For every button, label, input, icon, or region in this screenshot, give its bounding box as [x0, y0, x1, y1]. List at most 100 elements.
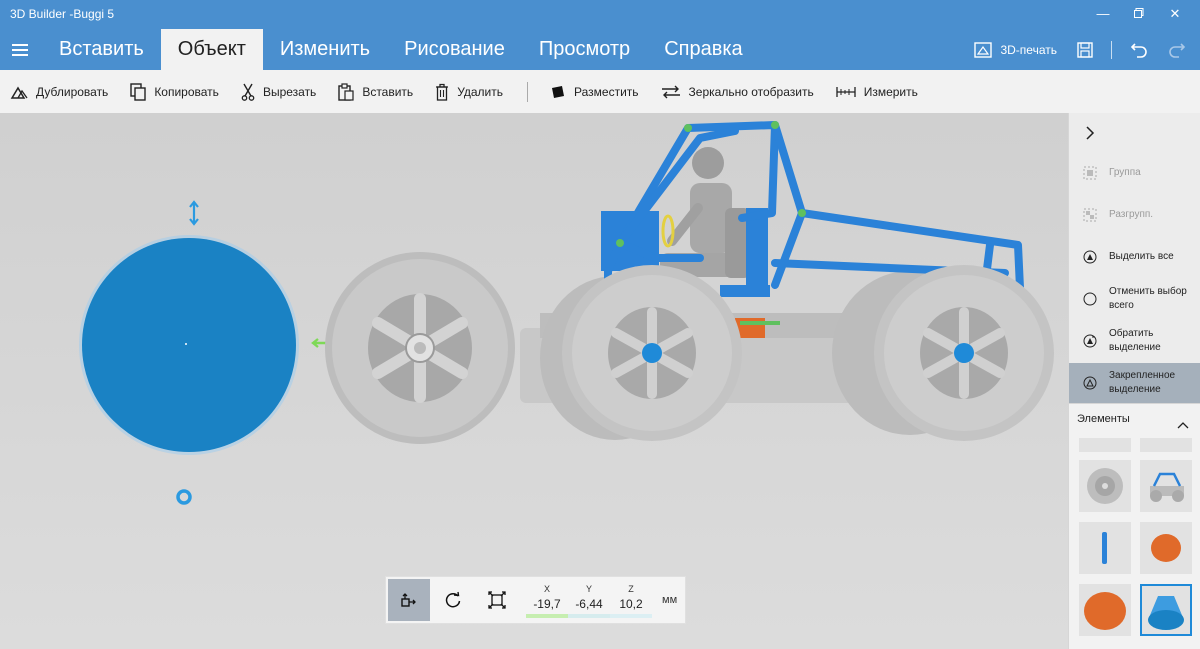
measure-button[interactable]: Измерить [836, 85, 918, 99]
save-icon [1077, 41, 1093, 58]
element-thumb-partial-1[interactable] [1079, 438, 1131, 452]
element-thumb-buggy[interactable] [1140, 460, 1192, 512]
y-label: Y [585, 584, 592, 594]
tab-edit[interactable]: Изменить [263, 29, 387, 70]
place-button[interactable]: Разместить [550, 84, 639, 100]
vertical-move-handle[interactable] [189, 200, 199, 226]
measure-icon [836, 86, 856, 97]
move-button[interactable] [388, 579, 430, 621]
print-3d-label: 3D-печать [1000, 42, 1057, 57]
undo-icon [1130, 42, 1147, 58]
ungroup-button[interactable]: Разгрупп. [1069, 195, 1200, 235]
z-coordinate[interactable]: Z 10,2 [610, 579, 652, 621]
select-all-icon [1083, 250, 1097, 264]
separator [1111, 40, 1112, 59]
toolbar-separator [527, 81, 529, 102]
transform-panel: X -19,7 Y -6,44 Z 10,2 мм [385, 576, 686, 624]
duplicate-button[interactable]: Дублировать [10, 84, 108, 100]
deselect-all-button[interactable]: Отменить выбор всего [1069, 279, 1200, 319]
print-3d-button[interactable]: 3D-печать [964, 41, 1067, 58]
y-axis-bar [568, 614, 610, 618]
tab-paint[interactable]: Рисование [387, 29, 522, 70]
save-button[interactable] [1067, 41, 1103, 58]
element-thumb-wheel[interactable] [1079, 460, 1131, 512]
invert-selection-button[interactable]: Обратить выделение [1069, 321, 1200, 361]
window-title: 3D Builder -Buggi 5 [10, 7, 115, 21]
select-all-button[interactable]: Выделить все [1069, 237, 1200, 277]
copy-button[interactable]: Копировать [130, 82, 219, 101]
minimize-button[interactable]: — [1086, 3, 1120, 25]
right-panel: Группа Разгрупп. Выделить все Отменить в… [1068, 113, 1200, 649]
elements-header: Элементы [1077, 413, 1130, 425]
mirror-label: Зеркально отобразить [688, 84, 814, 99]
delete-button[interactable]: Удалить [435, 83, 503, 101]
cut-button[interactable]: Вырезать [241, 83, 316, 101]
object-toolbar: Дублировать Копировать Вырезать Вставить… [0, 70, 1200, 113]
cut-icon [241, 83, 255, 101]
element-thumb-partial-2[interactable] [1140, 438, 1192, 452]
elements-panel: Элементы [1069, 403, 1200, 649]
deselect-icon [1083, 292, 1097, 306]
group-button[interactable]: Группа [1069, 153, 1200, 193]
tab-help[interactable]: Справка [647, 29, 759, 70]
ungroup-icon [1083, 208, 1097, 222]
rotate-icon [445, 591, 461, 608]
chevron-right-icon[interactable] [1085, 125, 1095, 146]
z-label: Z [628, 584, 634, 594]
y-value: -6,44 [575, 597, 603, 611]
close-button[interactable]: ✕ [1158, 3, 1192, 25]
duplicate-label: Дублировать [36, 84, 109, 99]
unit-label[interactable]: мм [662, 594, 677, 606]
printer-icon [974, 41, 993, 58]
tab-insert[interactable]: Вставить [40, 29, 161, 70]
element-thumb-orange-disc[interactable] [1079, 584, 1131, 636]
z-axis-bar [610, 614, 652, 618]
tab-object[interactable]: Объект [160, 29, 263, 70]
element-thumb-blue-cylinder[interactable] [1140, 584, 1192, 636]
ungroup-label: Разгрупп. [1109, 209, 1154, 220]
select-all-label: Выделить все [1109, 251, 1174, 262]
maximize-button[interactable] [1122, 3, 1156, 25]
sticky-selection-button[interactable]: Закрепленное выделение [1069, 363, 1200, 403]
selected-cylinder[interactable] [79, 235, 299, 455]
sticky-selection-label: Закрепленное выделение [1109, 370, 1176, 395]
mirror-button[interactable]: Зеркально отобразить [661, 85, 814, 99]
front-wheel [874, 265, 1054, 441]
paste-button[interactable]: Вставить [338, 82, 414, 101]
delete-icon [436, 83, 449, 101]
redo-icon [1169, 42, 1186, 58]
element-thumb-orange-small[interactable] [1140, 522, 1192, 574]
tab-view[interactable]: Просмотр [522, 29, 647, 70]
buggy-model[interactable] [520, 121, 1054, 441]
x-value: -19,7 [533, 597, 561, 611]
scale-button[interactable] [476, 579, 518, 621]
rotate-handle[interactable] [176, 489, 192, 505]
redo-button[interactable] [1158, 41, 1200, 59]
deselect-all-label: Отменить выбор всего [1109, 286, 1187, 311]
y-coordinate[interactable]: Y -6,44 [568, 579, 610, 621]
move-icon [401, 593, 416, 607]
detached-wheel[interactable] [325, 252, 515, 444]
hamburger-icon[interactable] [0, 29, 40, 70]
3d-viewport[interactable] [0, 113, 1068, 649]
delete-label: Удалить [457, 84, 504, 99]
group-icon [1083, 166, 1097, 180]
paste-icon [338, 82, 354, 101]
scale-icon [488, 591, 506, 609]
invert-selection-icon [1083, 334, 1097, 348]
title-commands: 3D-печать [964, 29, 1200, 70]
undo-button[interactable] [1120, 41, 1158, 59]
place-icon [552, 85, 565, 98]
x-coordinate[interactable]: X -19,7 [526, 579, 568, 621]
group-label: Группа [1109, 167, 1141, 178]
z-value: 10,2 [619, 597, 643, 611]
duplicate-icon [10, 86, 28, 99]
chevron-up-icon[interactable] [1177, 416, 1189, 434]
x-axis-bar [526, 614, 568, 618]
copy-label: Копировать [154, 84, 219, 99]
invert-selection-label: Обратить выделение [1109, 328, 1161, 353]
rotate-button[interactable] [432, 579, 474, 621]
element-thumb-stick[interactable] [1079, 522, 1131, 574]
place-label: Разместить [574, 84, 639, 99]
paste-label: Вставить [362, 84, 414, 99]
